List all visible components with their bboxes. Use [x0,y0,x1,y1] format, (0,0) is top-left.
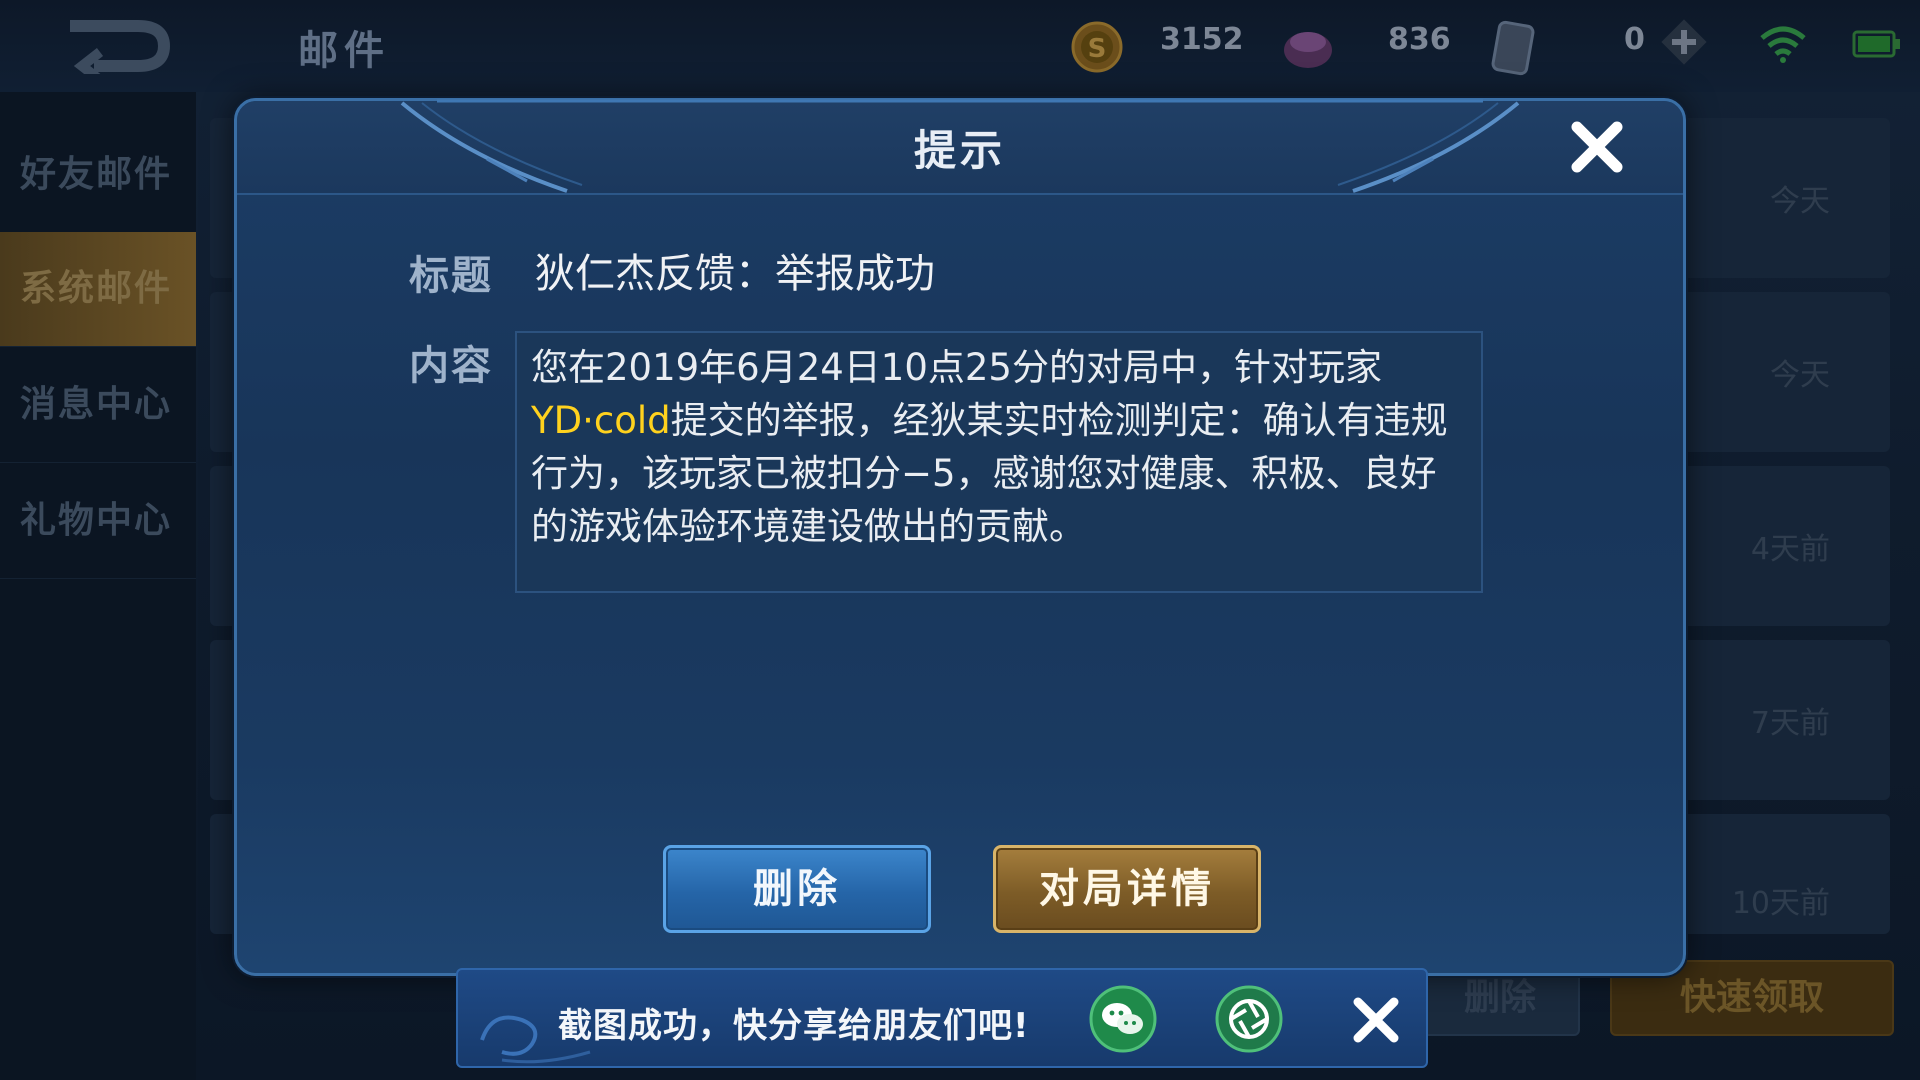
wifi-icon [1760,26,1806,63]
player-name: YD·cold [531,399,671,442]
sidebar-item-message-center[interactable]: 消息中心 [0,348,196,462]
screenshot-toast: 截图成功，快分享给朋友们吧! [456,968,1428,1068]
dialog-header: 提示 [237,99,1683,195]
voucher-icon [1491,20,1535,76]
mail-time: 4天前 [1750,532,1830,567]
mail-screen: 邮件 S 3152 836 0 好友邮件 系统邮件 消息中心 礼物中心 今天 今… [0,0,1920,1080]
gold-coin-icon: S [1071,21,1123,73]
toast-close-icon[interactable] [1348,992,1404,1048]
delete-button[interactable]: 删除 [663,845,931,933]
wechat-share-icon[interactable] [1088,984,1158,1054]
sidebar-divider [0,462,196,463]
battery-icon [1852,30,1900,58]
dialog-title: 提示 [913,126,1006,175]
content-label: 内容 [409,343,493,389]
page-title: 邮件 [298,28,390,74]
toast-message: 截图成功，快分享给朋友们吧! [558,1006,1030,1046]
mail-time: 今天 [1770,358,1830,393]
gold-amount: 3152 [1160,22,1244,57]
content-text: 您在2019年6月24日10点25分的对局中，针对玩家 [531,346,1382,389]
match-details-button[interactable]: 对局详情 [993,845,1261,933]
mail-title: 狄仁杰反馈：举报成功 [535,251,935,297]
mail-time: 今天 [1770,184,1830,219]
sidebar-item-gift-center[interactable]: 礼物中心 [0,464,196,578]
svg-text:S: S [1088,34,1107,64]
sidebar-divider [0,578,196,579]
close-icon[interactable] [1567,117,1627,177]
mail-time: 10天前 [1731,886,1830,921]
mail-time: 7天前 [1750,706,1830,741]
mail-content: 您在2019年6月24日10点25分的对局中，针对玩家YD·cold提交的举报，… [515,331,1483,593]
mail-detail-dialog: 提示 标题 狄仁杰反馈：举报成功 内容 您在2019年6月24日10点25分的对… [234,98,1686,976]
mail-category-sidebar: 好友邮件 系统邮件 消息中心 礼物中心 [0,92,196,1080]
top-bar: 邮件 S 3152 836 0 [0,0,1920,92]
sidebar-item-system-mail[interactable]: 系统邮件 [0,232,196,346]
title-label: 标题 [409,253,493,299]
voucher-amount: 0 [1624,22,1645,57]
moments-share-icon[interactable] [1214,984,1284,1054]
add-currency-icon[interactable] [1660,18,1708,66]
sidebar-divider [0,346,196,347]
gem-amount: 836 [1388,22,1451,57]
back-icon[interactable] [60,18,170,74]
gem-icon [1284,32,1332,68]
sidebar-item-friend-mail[interactable]: 好友邮件 [0,118,196,232]
